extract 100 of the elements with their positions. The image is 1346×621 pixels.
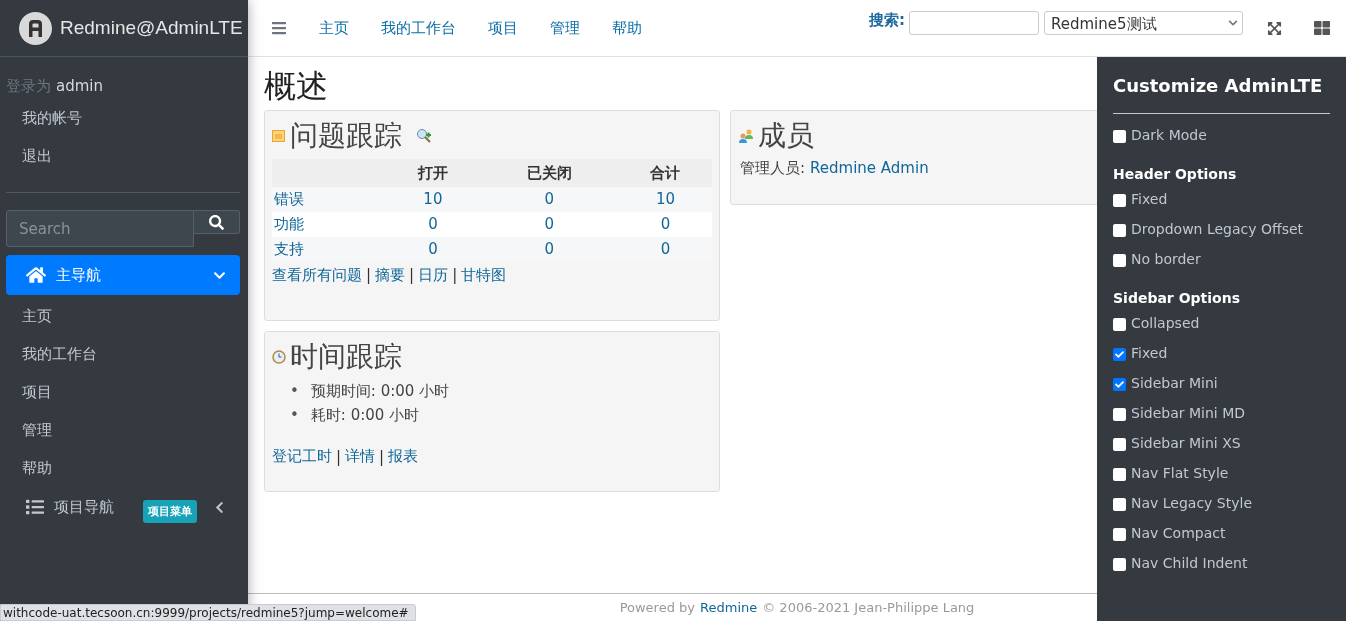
checkbox[interactable]: [1113, 129, 1126, 143]
menu-badge: 项目菜单: [143, 499, 197, 523]
list-icon: [26, 498, 44, 516]
checkbox-option[interactable]: Fixed: [1113, 338, 1330, 368]
footer-link[interactable]: Redmine: [700, 600, 758, 615]
account-link[interactable]: 退出: [0, 138, 248, 176]
tracker-link[interactable]: 支持: [274, 239, 304, 258]
checkbox[interactable]: [1113, 347, 1126, 361]
nav-item[interactable]: 我的工作台: [0, 335, 248, 373]
checkbox[interactable]: [1113, 377, 1126, 391]
nav-link[interactable]: 我的工作台: [381, 18, 456, 38]
checkbox-option[interactable]: Dark Mode: [1113, 120, 1330, 150]
checkbox[interactable]: [1113, 317, 1126, 331]
note-icon: [272, 129, 286, 143]
link[interactable]: 日历: [418, 265, 449, 285]
checkbox-option[interactable]: Sidebar Mini MD: [1113, 398, 1330, 428]
nav-item[interactable]: 项目: [0, 373, 248, 411]
table-cell: 0: [479, 186, 619, 212]
nav-link[interactable]: 项目: [488, 18, 518, 38]
chevron-down-icon: [1228, 18, 1238, 28]
checkbox[interactable]: [1113, 527, 1126, 541]
column-header: 已关闭: [479, 158, 619, 187]
nav-item[interactable]: 管理: [0, 411, 248, 449]
page-title: 概述: [264, 69, 328, 105]
table-cell: 0: [479, 211, 619, 237]
checkbox[interactable]: [1113, 437, 1126, 451]
account-link[interactable]: 我的帐号: [0, 100, 248, 138]
panel-title: Customize AdminLTE: [1113, 75, 1330, 114]
table-cell: 10: [618, 186, 712, 212]
table-cell: 0: [479, 236, 619, 262]
status-url: withcode-uat.tecsoon.cn:9999/projects/redmine5?jump=welcome#: [0, 604, 416, 621]
link-separator: |: [452, 266, 458, 285]
tracker-link[interactable]: 功能: [274, 214, 304, 233]
checkbox-option[interactable]: Sidebar Mini: [1113, 368, 1330, 398]
bullet: •: [290, 381, 299, 403]
checkbox-option[interactable]: Sidebar Mini XS: [1113, 428, 1330, 458]
fullscreen-button[interactable]: [1267, 20, 1282, 36]
link[interactable]: 摘要: [375, 265, 406, 285]
footer-text: © 2006-2021 Jean-Philippe Lang: [762, 600, 975, 615]
people-icon: [738, 128, 754, 144]
checkbox-option[interactable]: Nav Compact: [1113, 518, 1330, 548]
link[interactable]: 详情: [345, 447, 376, 467]
section-title: Header Options: [1113, 166, 1238, 182]
table-cell: 10: [386, 186, 480, 212]
checkbox-option[interactable]: Dropdown Legacy Offset: [1113, 214, 1330, 244]
checkbox[interactable]: [1113, 193, 1126, 207]
search-label: 搜索:: [869, 11, 905, 30]
checkbox[interactable]: [1113, 497, 1126, 511]
link-separator: |: [366, 266, 372, 285]
checkbox-option[interactable]: Collapsed: [1113, 308, 1330, 338]
panel-title: 时间跟踪: [290, 339, 402, 374]
search-field[interactable]: Search: [6, 210, 194, 247]
brand-title: Redmine@AdminLTE: [60, 17, 243, 39]
column-header: 合计: [618, 158, 712, 187]
checkbox[interactable]: [1113, 253, 1126, 267]
nav-header[interactable]: 项目导航 项目菜单: [6, 487, 240, 527]
checkbox-option[interactable]: Fixed: [1113, 184, 1330, 214]
zoom-in-icon: [416, 128, 432, 144]
nav-item[interactable]: 主页: [0, 297, 248, 335]
table-cell: 0: [386, 236, 480, 262]
clock-icon: [272, 349, 286, 364]
project-select[interactable]: Redmine5测试: [1044, 11, 1243, 35]
checkbox[interactable]: [1113, 557, 1126, 571]
checkbox[interactable]: [1113, 223, 1126, 237]
link[interactable]: 报表: [388, 447, 419, 467]
link[interactable]: 登记工时: [272, 447, 332, 467]
panel-title: 问题跟踪: [290, 119, 402, 153]
nav-link[interactable]: 管理: [550, 18, 580, 38]
role-label: 管理人员:: [740, 158, 806, 178]
table-cell: 0: [618, 211, 712, 237]
link[interactable]: 查看所有问题: [272, 265, 362, 285]
nav-link[interactable]: 主页: [319, 18, 349, 38]
section-title: Sidebar Options: [1113, 290, 1241, 306]
nav-header[interactable]: 主导航: [6, 255, 240, 295]
checkbox[interactable]: [1113, 467, 1126, 481]
member-link[interactable]: Redmine Admin: [810, 158, 929, 178]
menu-button[interactable]: [271, 20, 287, 36]
checkbox-option[interactable]: No border: [1113, 244, 1330, 274]
checkbox-option[interactable]: Nav Child Indent: [1113, 548, 1330, 578]
login-label: 登录为: [6, 77, 51, 96]
search-icon: [209, 214, 224, 230]
tracker-link[interactable]: 错误: [274, 189, 304, 208]
footer-text: Powered by: [619, 600, 695, 615]
link-separator: |: [379, 447, 385, 466]
grid-button[interactable]: [1314, 20, 1330, 36]
search-button[interactable]: [194, 210, 240, 234]
checkbox-option[interactable]: Nav Legacy Style: [1113, 488, 1330, 518]
time-entry: 预期时间: 0:00 小时: [310, 381, 450, 403]
column-header: 打开: [386, 158, 480, 187]
table-cell: 0: [618, 236, 712, 262]
home-icon: [26, 265, 46, 285]
link[interactable]: 甘特图: [461, 265, 507, 285]
logo-icon: [19, 11, 52, 45]
checkbox[interactable]: [1113, 407, 1126, 421]
time-entry: 耗时: 0:00 小时: [310, 405, 420, 427]
nav-link[interactable]: 帮助: [612, 18, 642, 38]
checkbox-option[interactable]: Nav Flat Style: [1113, 458, 1330, 488]
link-separator: |: [409, 266, 415, 285]
nav-item[interactable]: 帮助: [0, 449, 248, 487]
bullet: •: [290, 405, 299, 427]
